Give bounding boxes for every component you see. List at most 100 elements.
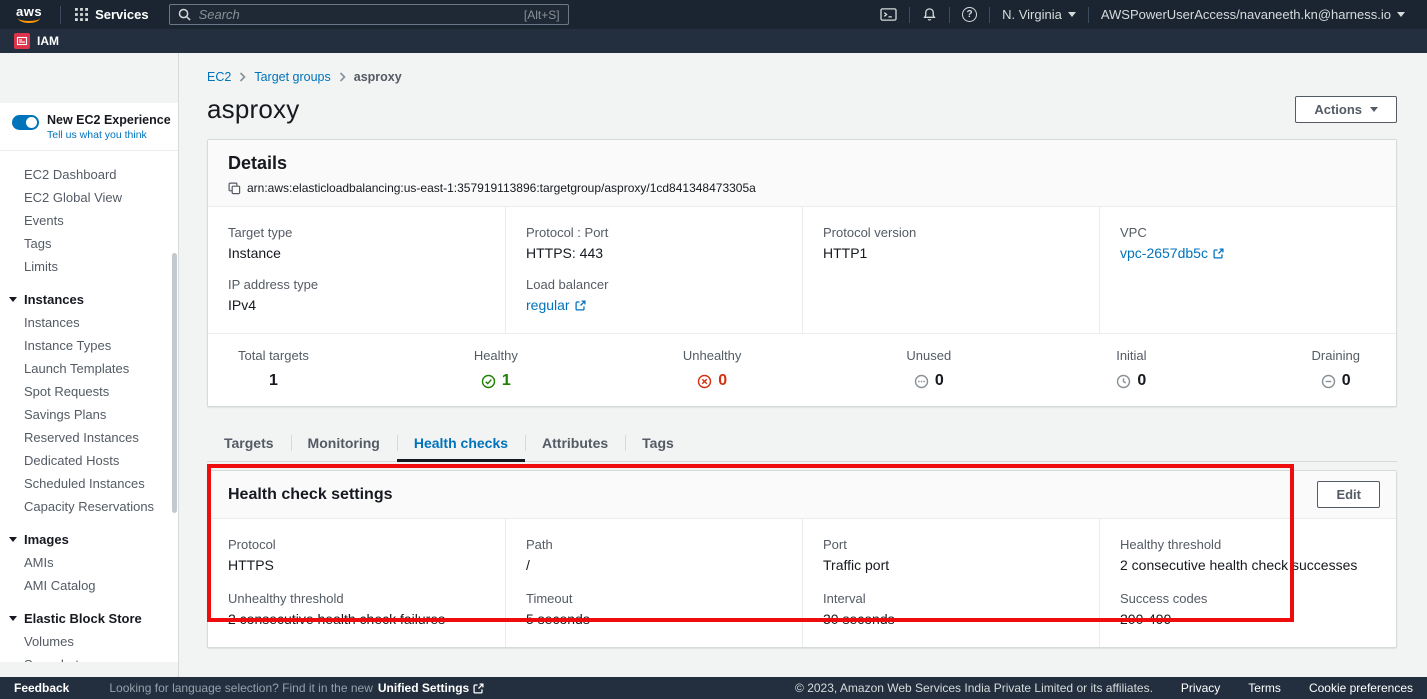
- field-value: HTTP1: [823, 245, 1079, 261]
- new-experience-panel: New EC2 Experience Tell us what you thin…: [0, 103, 178, 151]
- search-input[interactable]: [199, 7, 516, 22]
- sidebar-item-instance-types[interactable]: Instance Types: [0, 334, 178, 357]
- region-selector[interactable]: N. Virginia: [990, 7, 1088, 22]
- topbar-right-group: ? N. Virginia AWSPowerUserAccess/navanee…: [868, 7, 1417, 23]
- sidebar-item-snapshots[interactable]: Snapshots: [0, 653, 178, 662]
- sidebar-item-scheduled-instances[interactable]: Scheduled Instances: [0, 472, 178, 495]
- breadcrumb-ec2[interactable]: EC2: [207, 70, 231, 84]
- notifications-button[interactable]: [910, 7, 949, 22]
- privacy-link[interactable]: Privacy: [1181, 681, 1220, 695]
- sidebar-section-images[interactable]: Images: [0, 528, 178, 551]
- breadcrumb-target-groups[interactable]: Target groups: [254, 70, 330, 84]
- sidebar-item-dedicated-hosts[interactable]: Dedicated Hosts: [0, 449, 178, 472]
- field-value: 2 consecutive health check failures: [228, 611, 485, 627]
- aws-smile-icon: [18, 17, 40, 23]
- clock-icon: [1116, 374, 1131, 389]
- draining-stat: Draining 0: [1312, 348, 1360, 390]
- sidebar: New EC2 Experience Tell us what you thin…: [0, 53, 179, 677]
- topbar-divider: [60, 6, 61, 24]
- sidebar-item-ec2-dashboard[interactable]: EC2 Dashboard: [0, 163, 178, 186]
- sidebar-item-instances[interactable]: Instances: [0, 311, 178, 334]
- sidebar-item-limits[interactable]: Limits: [0, 255, 178, 278]
- feedback-button[interactable]: Feedback: [14, 681, 69, 695]
- services-grid-icon: [75, 8, 88, 21]
- sidebar-item-ec2-global-view[interactable]: EC2 Global View: [0, 186, 178, 209]
- tab-attributes[interactable]: Attributes: [525, 427, 625, 461]
- favorite-iam-link[interactable]: IAM: [14, 33, 59, 49]
- field-value: 200-499: [1120, 611, 1376, 627]
- sidebar-item-tags[interactable]: Tags: [0, 232, 178, 255]
- sidebar-item-launch-templates[interactable]: Launch Templates: [0, 357, 178, 380]
- sidebar-item-volumes[interactable]: Volumes: [0, 630, 178, 653]
- field-label: Protocol version: [823, 225, 1079, 240]
- field-value: Traffic port: [823, 557, 1079, 573]
- field-value: /: [526, 557, 782, 573]
- aws-console-page: aws Services [Alt+S] ?: [0, 0, 1427, 699]
- unhealthy-stat: Unhealthy 0: [683, 348, 742, 390]
- services-menu-button[interactable]: Services: [69, 7, 155, 22]
- chevron-right-icon: [339, 72, 346, 82]
- tab-tags[interactable]: Tags: [625, 427, 691, 461]
- tab-monitoring[interactable]: Monitoring: [291, 427, 397, 461]
- sidebar-item-amis[interactable]: AMIs: [0, 551, 178, 574]
- account-menu[interactable]: AWSPowerUserAccess/navaneeth.kn@harness.…: [1089, 7, 1417, 22]
- external-link-icon: [575, 300, 586, 311]
- tab-targets[interactable]: Targets: [207, 427, 291, 461]
- unified-settings-link[interactable]: Unified Settings: [378, 681, 484, 695]
- cookie-preferences-link[interactable]: Cookie preferences: [1309, 681, 1413, 695]
- copy-icon[interactable]: [228, 182, 241, 195]
- aws-logo[interactable]: aws: [16, 6, 42, 23]
- sidebar-section-instances[interactable]: Instances: [0, 288, 178, 311]
- new-experience-toggle[interactable]: [12, 115, 39, 130]
- load-balancer-link[interactable]: regular: [526, 297, 586, 313]
- sidebar-item-events[interactable]: Events: [0, 209, 178, 232]
- vpc-link[interactable]: vpc-2657db5c: [1120, 245, 1224, 261]
- help-button[interactable]: ?: [950, 7, 989, 22]
- sidebar-spacer: [0, 53, 178, 103]
- bell-icon: [922, 7, 937, 22]
- breadcrumb: EC2 Target groups asproxy: [207, 70, 1397, 84]
- new-experience-label: New EC2 Experience: [47, 113, 171, 127]
- check-circle-icon: [481, 374, 496, 389]
- footer-bar: Feedback Looking for language selection?…: [0, 677, 1427, 699]
- field-label: Success codes: [1120, 591, 1376, 606]
- actions-button[interactable]: Actions: [1295, 96, 1397, 123]
- sidebar-scrollbar[interactable]: [172, 253, 177, 513]
- sidebar-item-ami-catalog[interactable]: AMI Catalog: [0, 574, 178, 597]
- language-hint: Looking for language selection? Find it …: [109, 681, 484, 695]
- sidebar-section-elastic-block-store[interactable]: Elastic Block Store: [0, 607, 178, 630]
- sidebar-item-reserved-instances[interactable]: Reserved Instances: [0, 426, 178, 449]
- tab-bar: Targets Monitoring Health checks Attribu…: [207, 427, 1397, 462]
- cloudshell-button[interactable]: [868, 7, 909, 22]
- chevron-down-icon: [1397, 12, 1405, 17]
- details-fields: Target typeInstance IP address typeIPv4 …: [208, 207, 1396, 333]
- field-label: Interval: [823, 591, 1079, 606]
- triangle-down-icon: [9, 616, 17, 621]
- global-search-box[interactable]: [Alt+S]: [169, 4, 569, 25]
- sidebar-item-savings-plans[interactable]: Savings Plans: [0, 403, 178, 426]
- top-navigation-bar: aws Services [Alt+S] ?: [0, 0, 1427, 29]
- field-label: Port: [823, 537, 1079, 552]
- chevron-right-icon: [239, 72, 246, 82]
- sidebar-nav: EC2 Dashboard EC2 Global View Events Tag…: [0, 151, 178, 662]
- field-label: Healthy threshold: [1120, 537, 1376, 552]
- tab-health-checks[interactable]: Health checks: [397, 427, 525, 461]
- field-value: IPv4: [228, 297, 485, 313]
- details-title: Details: [228, 153, 1376, 174]
- favorite-iam-label: IAM: [37, 34, 59, 48]
- field-value: 2 consecutive health check successes: [1120, 557, 1376, 573]
- sidebar-item-capacity-reservations[interactable]: Capacity Reservations: [0, 495, 178, 518]
- terms-link[interactable]: Terms: [1248, 681, 1281, 695]
- field-label: VPC: [1120, 225, 1376, 240]
- sidebar-panel: New EC2 Experience Tell us what you thin…: [0, 103, 178, 662]
- services-label: Services: [95, 7, 149, 22]
- field-value: HTTPS: [228, 557, 485, 573]
- edit-button[interactable]: Edit: [1317, 481, 1380, 508]
- healthy-stat: Healthy 1: [474, 348, 518, 390]
- field-label: Protocol: [228, 537, 485, 552]
- minus-circle-icon: [1321, 374, 1336, 389]
- target-group-arn: arn:aws:elasticloadbalancing:us-east-1:3…: [247, 181, 756, 195]
- sidebar-item-spot-requests[interactable]: Spot Requests: [0, 380, 178, 403]
- favorites-bar: IAM: [0, 29, 1427, 53]
- tell-us-link[interactable]: Tell us what you think: [47, 129, 171, 141]
